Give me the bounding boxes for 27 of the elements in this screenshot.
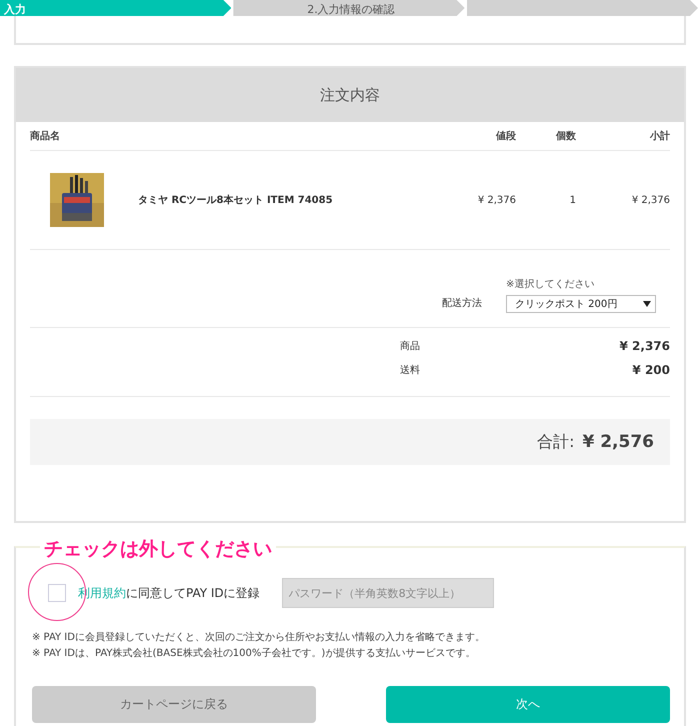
quantity-cell-text: 1 (568, 194, 577, 206)
panel-title: 注文内容 (320, 86, 380, 104)
price-cell-text: ¥ 2,376 (476, 194, 516, 206)
note-text: ※ PAY IDは、PAY株式会社(BASE株式会社の100%子会社です。)が提供する支払いサービスです。 (32, 646, 476, 660)
product-name: タミヤ RCツール8本セット ITEM 74085 (138, 194, 333, 207)
column-header: 値段 (494, 130, 516, 143)
annotation-text: チェックは外してください (40, 536, 276, 562)
shipping-select[interactable]: クリックポスト 200円 (506, 295, 656, 313)
total-value: ¥ 2,576 (582, 432, 654, 452)
shipping-hint: ※選択してください (506, 278, 596, 291)
back-button[interactable]: カートページに戻る (32, 686, 316, 723)
column-header: 小計 (648, 130, 670, 143)
checkbox[interactable] (48, 584, 66, 602)
summary-value: ¥ 2,376 (620, 339, 670, 353)
summary-label: 商品 (400, 340, 420, 353)
summary-value: ¥ 200 (632, 363, 670, 377)
progress-step: 2.入力情報の確認 (233, 0, 465, 16)
subtotal-cell-text: ¥ 2,376 (630, 194, 670, 206)
total-label: 合計: (537, 432, 574, 452)
progress-step: 入力 (0, 0, 232, 16)
column-header: 商品名 (30, 129, 61, 143)
note-text: ※ PAY IDに会員登録していただくと、次回のご注文から住所やお支払い情報の入力を省略できます。 (32, 630, 486, 644)
caret-icon (643, 301, 651, 307)
next-button[interactable]: 次へ (386, 686, 670, 723)
summary-label: 送料 (400, 364, 420, 377)
column-header: 個数 (554, 130, 577, 143)
shipping-label: 配送方法 (442, 296, 482, 311)
